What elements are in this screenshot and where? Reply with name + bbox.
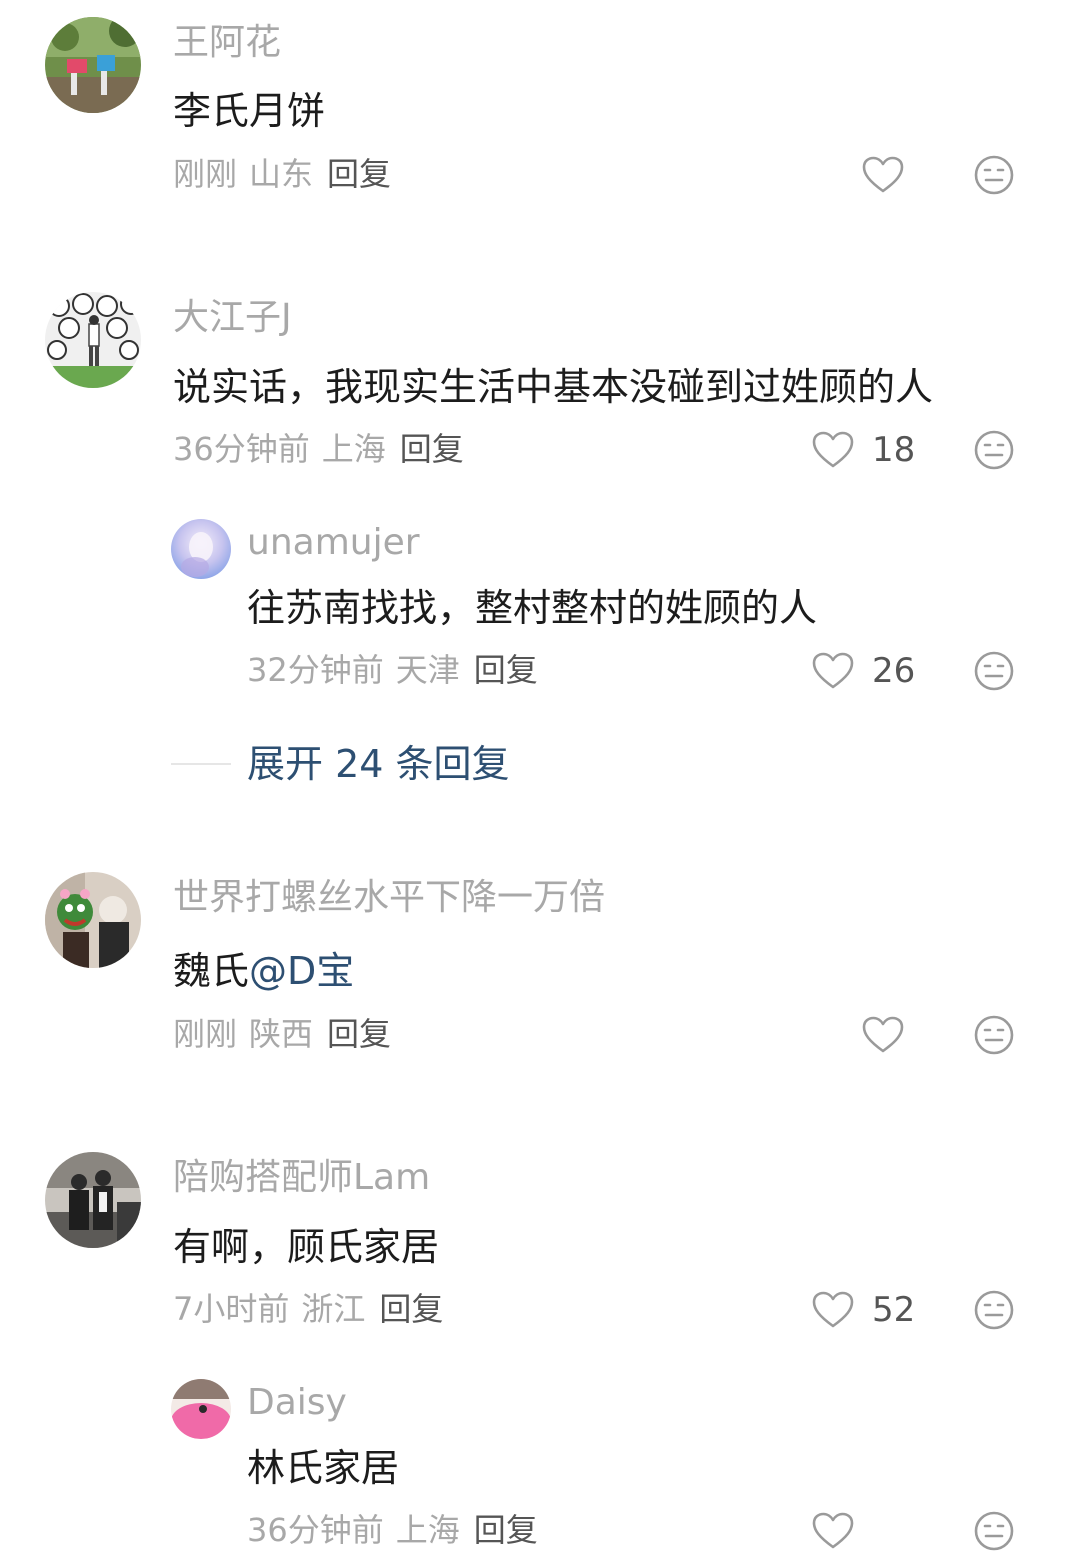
heart-outline-icon [862,156,904,193]
comment-location: 上海 [321,430,386,468]
reply-username[interactable]: Daisy [247,1385,347,1421]
like-count: 18 [872,430,916,470]
heart-outline-icon [812,431,854,468]
reply-text: 林氏家居 [247,1446,400,1490]
comment-location: 山东 [249,155,314,193]
like-button[interactable] [861,155,905,195]
comment-location: 浙江 [301,1290,366,1328]
comment-location: 陕西 [249,1015,314,1053]
like-button[interactable] [861,1015,905,1055]
comment-meta: 7小时前 浙江 回复 [173,1293,443,1325]
comment-time: 刚刚 [173,155,238,193]
meh-face-icon [974,430,1014,470]
comment-meta: 刚刚 山东 回复 [173,158,391,190]
reply-time: 36分钟前 [247,1511,384,1549]
comment-text: 说实话，我现实生活中基本没碰到过姓顾的人 [173,365,934,409]
like-button[interactable] [811,430,855,470]
comment-time: 7小时前 [173,1290,290,1328]
like-button[interactable] [811,1511,855,1551]
meh-face-icon [974,1290,1014,1330]
reply-button[interactable]: 回复 [474,1511,538,1549]
dislike-button[interactable] [974,1015,1014,1055]
reply-button[interactable]: 回复 [400,430,464,468]
reply-location: 天津 [395,651,460,689]
dislike-button[interactable] [974,651,1014,691]
comment-meta: 36分钟前 上海 回复 [173,433,464,465]
comment-item: 陪购搭配师Lam 有啊，顾氏家居 7小时前 浙江 回复 52 Daisy 林氏家居 … [0,1130,1080,1560]
comment-time: 36分钟前 [173,430,310,468]
username[interactable]: 陪购搭配师Lam [173,1160,430,1196]
comment-text: 有啊，顾氏家居 [173,1225,440,1269]
username[interactable]: 大江子J [173,300,292,336]
reply-avatar[interactable] [171,1379,231,1439]
like-button[interactable] [811,1290,855,1330]
like-button[interactable] [811,651,855,691]
reply-meta: 36分钟前 上海 回复 [247,1514,538,1546]
username[interactable]: 世界打螺丝水平下降一万倍 [173,880,605,916]
like-count: 52 [872,1290,916,1330]
heart-outline-icon [812,652,854,689]
dislike-button[interactable] [974,1290,1014,1330]
comment-item: 王阿花 李氏月饼 刚刚 山东 回复 [0,0,1080,230]
expand-divider [171,763,231,765]
comment-item: 大江子J 说实话，我现实生活中基本没碰到过姓顾的人 36分钟前上海回复 18 [0,270,1080,810]
avatar[interactable] [45,292,141,388]
meh-face-icon [974,1015,1014,1055]
reply-button[interactable]: 回复 [327,155,391,193]
dislike-button[interactable] [974,155,1014,195]
reply-button[interactable]: 回复 [474,651,538,689]
avatar[interactable] [45,17,141,113]
reply-time: 32分钟前 [247,651,384,689]
reply-button[interactable]: 回复 [379,1290,443,1328]
like-count: 26 [872,651,916,691]
heart-outline-icon [812,1512,854,1549]
comment-text: 魏氏@D宝 [173,952,354,990]
reply-username[interactable]: unamujer [247,525,420,561]
comment-text-prefix: 魏氏 [173,949,250,993]
heart-outline-icon [812,1291,854,1328]
username[interactable]: 王阿花 [173,25,281,61]
comment-time: 刚刚 [173,1015,238,1053]
dislike-button[interactable] [974,430,1014,470]
reply-button[interactable]: 回复 [327,1015,391,1053]
comment-item: 世界打螺丝水平下降一万倍 魏氏@D宝 刚刚 陕西 回复 [0,850,1080,1090]
reply-meta: 32分钟前 天津 回复 [247,654,538,686]
reply-text: 往苏南找找，整村整村的姓顾的人 [247,586,818,630]
reply-location: 上海 [395,1511,460,1549]
avatar[interactable] [45,1152,141,1248]
dislike-button[interactable] [974,1511,1014,1551]
mention-link[interactable]: @D宝 [249,949,354,993]
heart-outline-icon [862,1016,904,1053]
avatar[interactable] [45,872,141,968]
expand-replies-button[interactable]: 展开 24 条回复 [247,745,510,783]
meh-face-icon [974,1511,1014,1551]
meh-face-icon [974,651,1014,691]
reply-avatar[interactable] [171,519,231,579]
comment-meta: 刚刚 陕西 回复 [173,1018,391,1050]
meh-face-icon [974,155,1014,195]
comment-text: 李氏月饼 [173,89,326,133]
